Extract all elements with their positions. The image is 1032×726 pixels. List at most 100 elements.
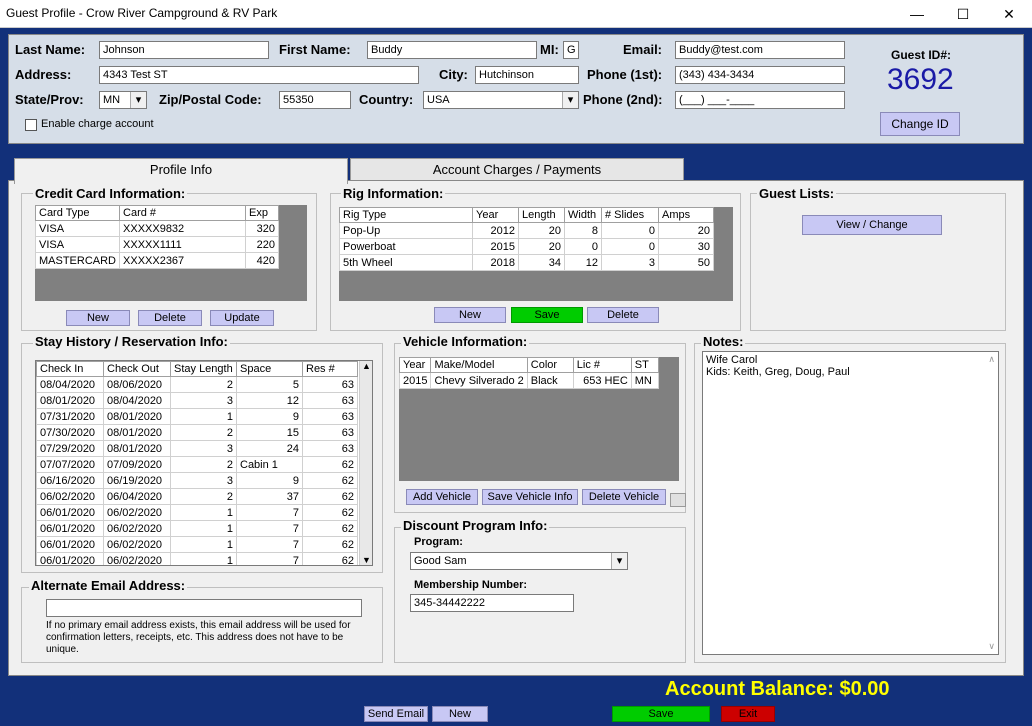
stay-row-cell[interactable]: 06/02/2020 bbox=[36, 488, 104, 505]
stay-row-cell[interactable]: 3 bbox=[170, 472, 237, 489]
stay-row-cell[interactable]: 06/04/2020 bbox=[103, 488, 171, 505]
stay-row[interactable]: 06/01/2020 06/02/2020 1 7 62 bbox=[36, 520, 358, 537]
stay-row-cell[interactable]: 08/01/2020 bbox=[103, 424, 171, 441]
col-card-number[interactable]: Card # bbox=[119, 205, 247, 221]
stay-row-cell[interactable]: 63 bbox=[302, 392, 358, 409]
col-amps[interactable]: Amps bbox=[658, 207, 714, 223]
col-year[interactable]: Year bbox=[472, 207, 519, 223]
rig-save-button[interactable]: Save bbox=[511, 307, 583, 323]
stay-row-cell[interactable]: 62 bbox=[302, 536, 358, 553]
stay-row-cell[interactable]: 08/01/2020 bbox=[103, 408, 171, 425]
stay-row-cell[interactable]: 08/06/2020 bbox=[103, 376, 171, 393]
vehicle-row[interactable]: 2015 Chevy Silverado 2 Black 653 HEC MN bbox=[398, 372, 659, 389]
stay-row-cell[interactable]: 08/01/2020 bbox=[36, 392, 104, 409]
stay-row[interactable]: 07/30/2020 08/01/2020 2 15 63 bbox=[36, 424, 358, 441]
rig-row[interactable]: Pop-Up 2012 20 8 0 20 bbox=[339, 222, 714, 239]
notes-textarea[interactable]: Wife Carol Kids: Keith, Greg, Doug, Paul… bbox=[702, 351, 999, 655]
new-guest-button[interactable]: New bbox=[432, 706, 488, 722]
rig-row-cell[interactable]: 50 bbox=[658, 254, 714, 271]
stay-row[interactable]: 08/01/2020 08/04/2020 3 12 63 bbox=[36, 392, 358, 409]
rig-row-cell[interactable]: 3 bbox=[601, 254, 659, 271]
stay-row-cell[interactable]: 37 bbox=[236, 488, 303, 505]
rig-new-button[interactable]: New bbox=[434, 307, 506, 323]
stay-row-cell[interactable]: 06/01/2020 bbox=[36, 504, 104, 521]
col-stay-length[interactable]: Stay Length bbox=[170, 361, 237, 377]
vehicle-row-cell[interactable]: MN bbox=[630, 372, 659, 389]
vehicle-row-cell[interactable]: Black bbox=[526, 372, 574, 389]
credit-card-row-cell[interactable]: XXXXX1111 bbox=[119, 236, 247, 253]
rig-row-cell[interactable]: 20 bbox=[658, 222, 714, 239]
stay-row[interactable]: 08/04/2020 08/06/2020 2 5 63 bbox=[36, 376, 358, 393]
stay-scrollbar[interactable]: ▲ ▼ bbox=[359, 361, 372, 565]
exit-button[interactable]: Exit bbox=[721, 706, 775, 722]
stay-row-cell[interactable]: 06/01/2020 bbox=[36, 552, 104, 565]
membership-input[interactable]: 345-34442222 bbox=[410, 594, 574, 612]
send-email-button[interactable]: Send Email bbox=[364, 706, 428, 722]
stay-row-cell[interactable]: 62 bbox=[302, 456, 358, 473]
stay-row-cell[interactable]: 62 bbox=[302, 504, 358, 521]
maximize-button[interactable]: ☐ bbox=[940, 0, 986, 28]
stay-row-cell[interactable]: 9 bbox=[236, 408, 303, 425]
stay-row-cell[interactable]: 08/04/2020 bbox=[103, 392, 171, 409]
col-check-out[interactable]: Check Out bbox=[103, 361, 171, 377]
phone1-input[interactable]: (343) 434-3434 bbox=[675, 66, 845, 84]
stay-row[interactable]: 06/01/2020 06/02/2020 1 7 62 bbox=[36, 536, 358, 553]
stay-row-cell[interactable]: 06/16/2020 bbox=[36, 472, 104, 489]
stay-row-cell[interactable]: 24 bbox=[236, 440, 303, 457]
stay-row-cell[interactable]: 1 bbox=[170, 552, 237, 565]
stay-row-cell[interactable]: 2 bbox=[170, 488, 237, 505]
vehicle-row-cell[interactable]: Chevy Silverado 2 bbox=[430, 372, 528, 389]
rig-row-cell[interactable]: Powerboat bbox=[339, 238, 473, 255]
rig-row-cell[interactable]: 34 bbox=[518, 254, 565, 271]
stay-row-cell[interactable]: 63 bbox=[302, 376, 358, 393]
vehicle-resize-handle[interactable] bbox=[670, 493, 686, 507]
col-card-type[interactable]: Card Type bbox=[34, 205, 121, 221]
stay-row-cell[interactable]: 06/02/2020 bbox=[103, 504, 171, 521]
rig-row-cell[interactable]: 12 bbox=[564, 254, 602, 271]
stay-row-cell[interactable]: 62 bbox=[302, 520, 358, 537]
notes-scroll-down-icon[interactable]: ∨ bbox=[988, 641, 995, 652]
alt-email-input[interactable] bbox=[46, 599, 362, 617]
stay-row-cell[interactable]: 2 bbox=[170, 424, 237, 441]
stay-row-cell[interactable]: 08/04/2020 bbox=[36, 376, 104, 393]
stay-row-cell[interactable]: 62 bbox=[302, 488, 358, 505]
zip-input[interactable]: 55350 bbox=[279, 91, 351, 109]
change-id-button[interactable]: Change ID bbox=[880, 112, 960, 136]
save-vehicle-button[interactable]: Save Vehicle Info bbox=[482, 489, 578, 505]
rig-row-cell[interactable]: 2018 bbox=[472, 254, 519, 271]
rig-row-cell[interactable]: 5th Wheel bbox=[339, 254, 473, 271]
col-length[interactable]: Length bbox=[518, 207, 565, 223]
add-vehicle-button[interactable]: Add Vehicle bbox=[406, 489, 478, 505]
state-select[interactable]: MN bbox=[99, 91, 147, 109]
rig-row-cell[interactable]: 2015 bbox=[472, 238, 519, 255]
col-rig-type[interactable]: Rig Type bbox=[339, 207, 473, 223]
stay-row-cell[interactable]: 2 bbox=[170, 456, 237, 473]
rig-row-cell[interactable]: 0 bbox=[564, 238, 602, 255]
stay-row-cell[interactable]: 08/01/2020 bbox=[103, 440, 171, 457]
stay-row-cell[interactable]: 3 bbox=[170, 392, 237, 409]
stay-row-cell[interactable]: 2 bbox=[170, 376, 237, 393]
rig-row-cell[interactable]: 0 bbox=[601, 238, 659, 255]
col-check-in[interactable]: Check In bbox=[36, 361, 104, 377]
rig-row-cell[interactable]: 30 bbox=[658, 238, 714, 255]
stay-row-cell[interactable]: 62 bbox=[302, 552, 358, 565]
col-exp[interactable]: Exp bbox=[245, 205, 280, 221]
credit-card-row-cell[interactable]: MASTERCARD bbox=[34, 252, 121, 269]
stay-row[interactable]: 06/01/2020 06/02/2020 1 7 62 bbox=[36, 504, 358, 521]
stay-row-cell[interactable]: 06/02/2020 bbox=[103, 536, 171, 553]
credit-new-button[interactable]: New bbox=[66, 310, 130, 326]
rig-row-cell[interactable]: 20 bbox=[518, 222, 565, 239]
stay-row-cell[interactable]: 06/01/2020 bbox=[36, 520, 104, 537]
city-input[interactable]: Hutchinson bbox=[475, 66, 579, 84]
rig-row[interactable]: 5th Wheel 2018 34 12 3 50 bbox=[339, 254, 714, 271]
close-button[interactable]: ✕ bbox=[986, 0, 1032, 28]
vehicle-row-cell[interactable]: 2015 bbox=[398, 372, 432, 389]
mi-input[interactable]: G bbox=[563, 41, 579, 59]
stay-row-cell[interactable]: 7 bbox=[236, 552, 303, 565]
credit-card-row[interactable]: VISA XXXXX9832 320 bbox=[34, 220, 280, 237]
rig-delete-button[interactable]: Delete bbox=[587, 307, 659, 323]
stay-row-cell[interactable]: 1 bbox=[170, 408, 237, 425]
col-color[interactable]: Color bbox=[526, 357, 574, 373]
save-button[interactable]: Save bbox=[612, 706, 710, 722]
col-veh-year[interactable]: Year bbox=[398, 357, 432, 373]
